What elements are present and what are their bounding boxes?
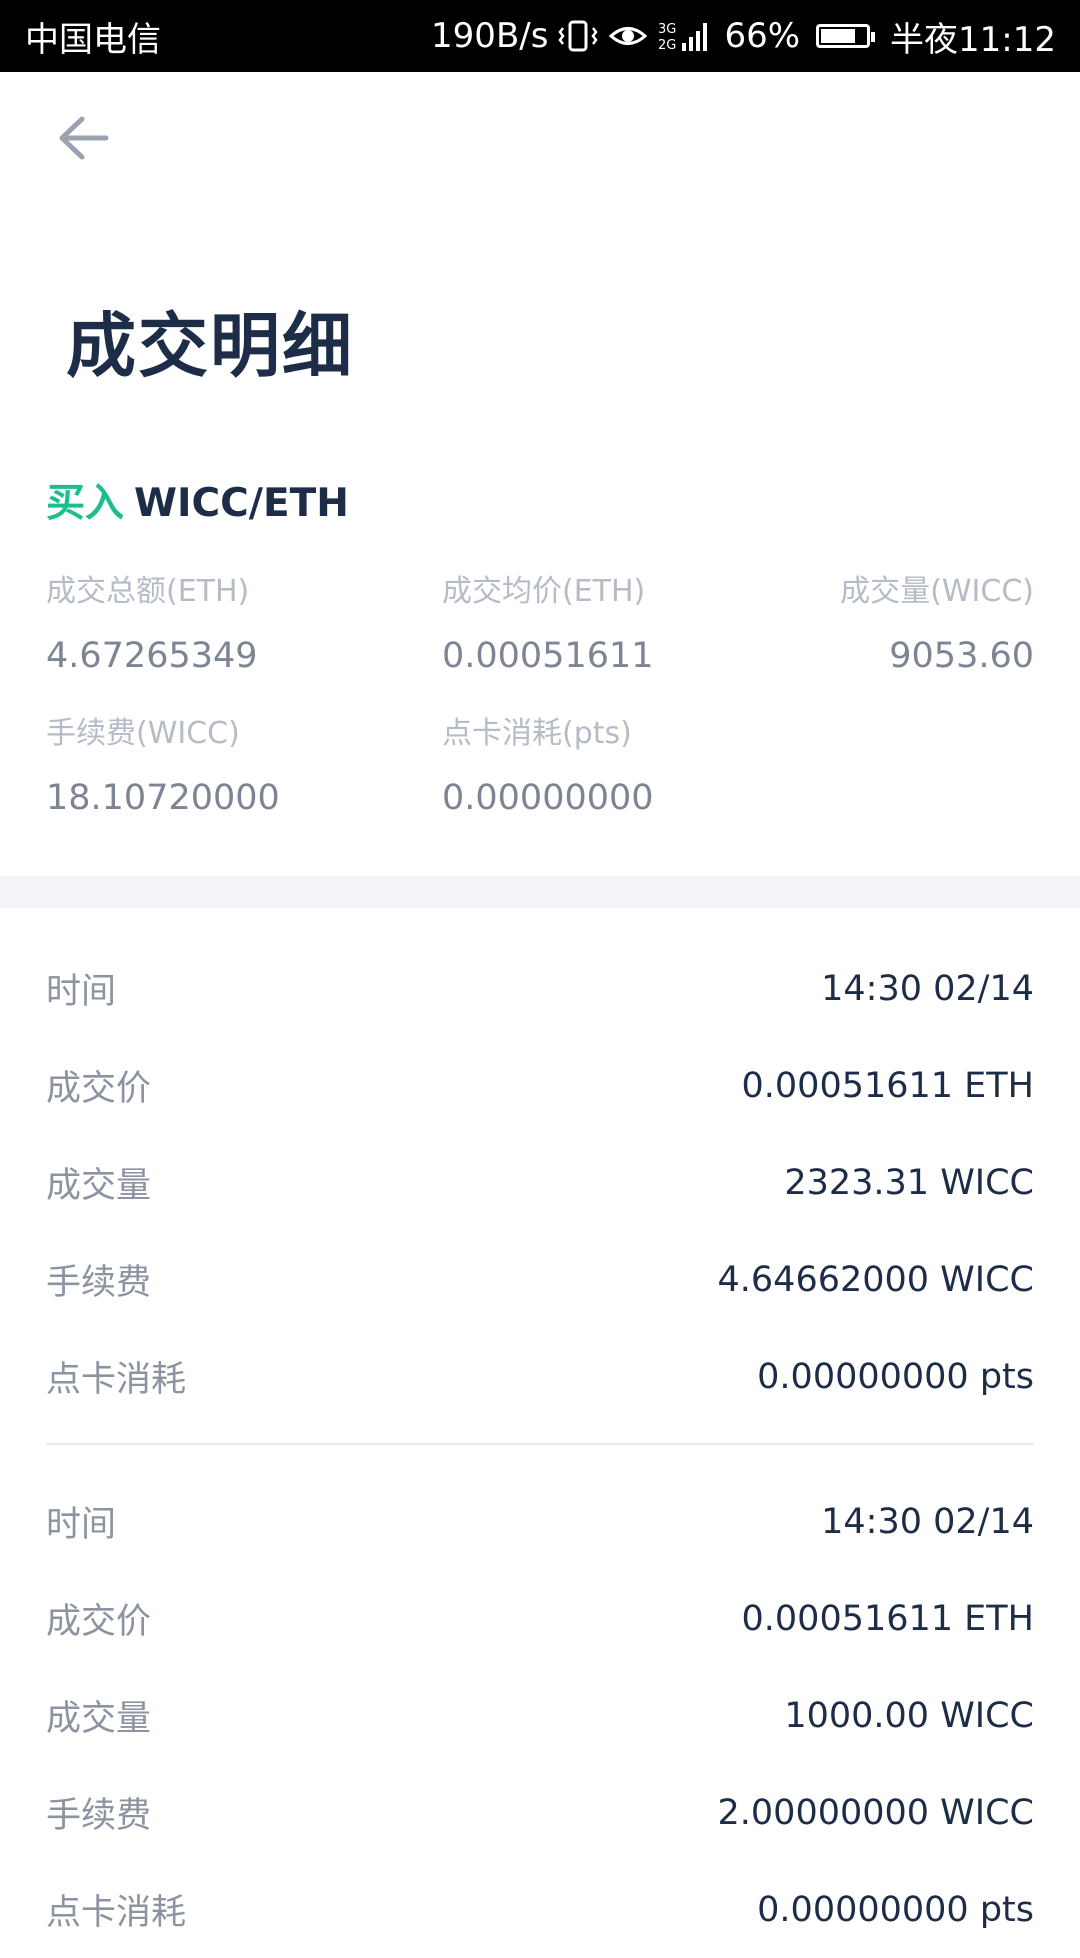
record-row-volume: 成交量 1000.00 WICC <box>46 1667 1034 1764</box>
record-label: 成交量 <box>46 1699 152 1739</box>
record-row-points: 点卡消耗 0.00000000 pts <box>46 1328 1034 1425</box>
summary-points: 点卡消耗(pts) 0.00000000 <box>442 714 654 820</box>
trade-summary: 成交总额(ETH) 4.67265349 成交均价(ETH) 0.0005161… <box>46 572 1034 856</box>
trade-record: 时间 14:30 02/14 成交价 0.00051611 ETH 成交量 23… <box>46 940 1034 1425</box>
battery-percent: 66% <box>724 16 801 56</box>
record-label: 时间 <box>46 972 117 1012</box>
summary-value: 18.10720000 <box>46 778 280 818</box>
record-value: 14:30 02/14 <box>821 968 1034 1009</box>
back-button[interactable] <box>54 108 114 168</box>
record-label: 点卡消耗 <box>46 1360 187 1400</box>
record-value: 1000.00 WICC <box>784 1695 1034 1736</box>
record-row-fee: 手续费 4.64662000 WICC <box>46 1231 1034 1328</box>
summary-row: 手续费(WICC) 18.10720000 点卡消耗(pts) 0.000000… <box>46 714 1034 856</box>
record-value: 0.00000000 pts <box>757 1356 1034 1397</box>
summary-avg-price: 成交均价(ETH) 0.00051611 <box>442 572 654 678</box>
carrier-label: 中国电信 <box>25 19 161 60</box>
record-label: 成交价 <box>46 1602 152 1642</box>
record-label: 手续费 <box>46 1796 152 1836</box>
summary-value: 0.00000000 <box>442 778 654 818</box>
summary-label: 点卡消耗(pts) <box>442 716 632 751</box>
record-value: 0.00051611 ETH <box>741 1598 1034 1639</box>
summary-row: 成交总额(ETH) 4.67265349 成交均价(ETH) 0.0005161… <box>46 572 1034 714</box>
record-separator <box>46 1443 1034 1445</box>
signal-icon: 3G 2G <box>658 19 714 53</box>
pair-symbol: WICC/ETH <box>134 481 349 526</box>
summary-value: 0.00051611 <box>442 636 654 676</box>
record-label: 时间 <box>46 1505 117 1545</box>
eye-icon <box>608 21 648 51</box>
record-label: 手续费 <box>46 1263 152 1303</box>
summary-label: 成交量(WICC) <box>840 574 1034 609</box>
clock: 半夜11:12 <box>890 19 1056 60</box>
record-row-volume: 成交量 2323.31 WICC <box>46 1134 1034 1231</box>
summary-volume: 成交量(WICC) 9053.60 <box>840 572 1034 678</box>
summary-label: 成交均价(ETH) <box>442 574 646 609</box>
record-row-fee: 手续费 2.00000000 WICC <box>46 1764 1034 1861</box>
trade-pair: 买入 WICC/ETH <box>46 472 349 528</box>
record-label: 点卡消耗 <box>46 1893 187 1933</box>
record-row-price: 成交价 0.00051611 ETH <box>46 1570 1034 1667</box>
arrow-left-icon <box>59 116 109 160</box>
record-row-time: 时间 14:30 02/14 <box>46 1473 1034 1570</box>
section-divider <box>0 876 1080 908</box>
summary-label: 手续费(WICC) <box>46 716 240 751</box>
record-row-time: 时间 14:30 02/14 <box>46 940 1034 1037</box>
net-speed: 190B/s <box>431 16 549 56</box>
battery-icon <box>816 24 876 48</box>
summary-label: 成交总额(ETH) <box>46 574 250 609</box>
record-row-price: 成交价 0.00051611 ETH <box>46 1037 1034 1134</box>
page-title: 成交明细 <box>66 305 354 387</box>
record-value: 4.64662000 WICC <box>717 1259 1034 1300</box>
summary-total: 成交总额(ETH) 4.67265349 <box>46 572 258 678</box>
summary-fee: 手续费(WICC) 18.10720000 <box>46 714 280 820</box>
svg-text:2G: 2G <box>658 38 676 53</box>
trade-record: 时间 14:30 02/14 成交价 0.00051611 ETH 成交量 10… <box>46 1473 1034 1958</box>
summary-value: 4.67265349 <box>46 636 258 676</box>
record-value: 0.00051611 ETH <box>741 1065 1034 1106</box>
vibrate-icon <box>558 18 598 54</box>
svg-text:3G: 3G <box>658 22 676 37</box>
record-value: 2.00000000 WICC <box>717 1792 1034 1833</box>
record-label: 成交量 <box>46 1166 152 1206</box>
record-value: 14:30 02/14 <box>821 1501 1034 1542</box>
record-label: 成交价 <box>46 1069 152 1109</box>
summary-value: 9053.60 <box>889 636 1034 676</box>
record-value: 0.00000000 pts <box>757 1889 1034 1930</box>
record-row-points: 点卡消耗 0.00000000 pts <box>46 1861 1034 1958</box>
trade-side: 买入 <box>46 481 125 526</box>
record-value: 2323.31 WICC <box>784 1162 1034 1203</box>
status-icons: 190B/s 3G 2G 66% 半夜11:12 <box>431 12 1056 61</box>
trade-records: 时间 14:30 02/14 成交价 0.00051611 ETH 成交量 23… <box>46 940 1034 1958</box>
status-bar: 中国电信 190B/s 3G 2G 66% 半夜11:12 <box>0 0 1080 72</box>
